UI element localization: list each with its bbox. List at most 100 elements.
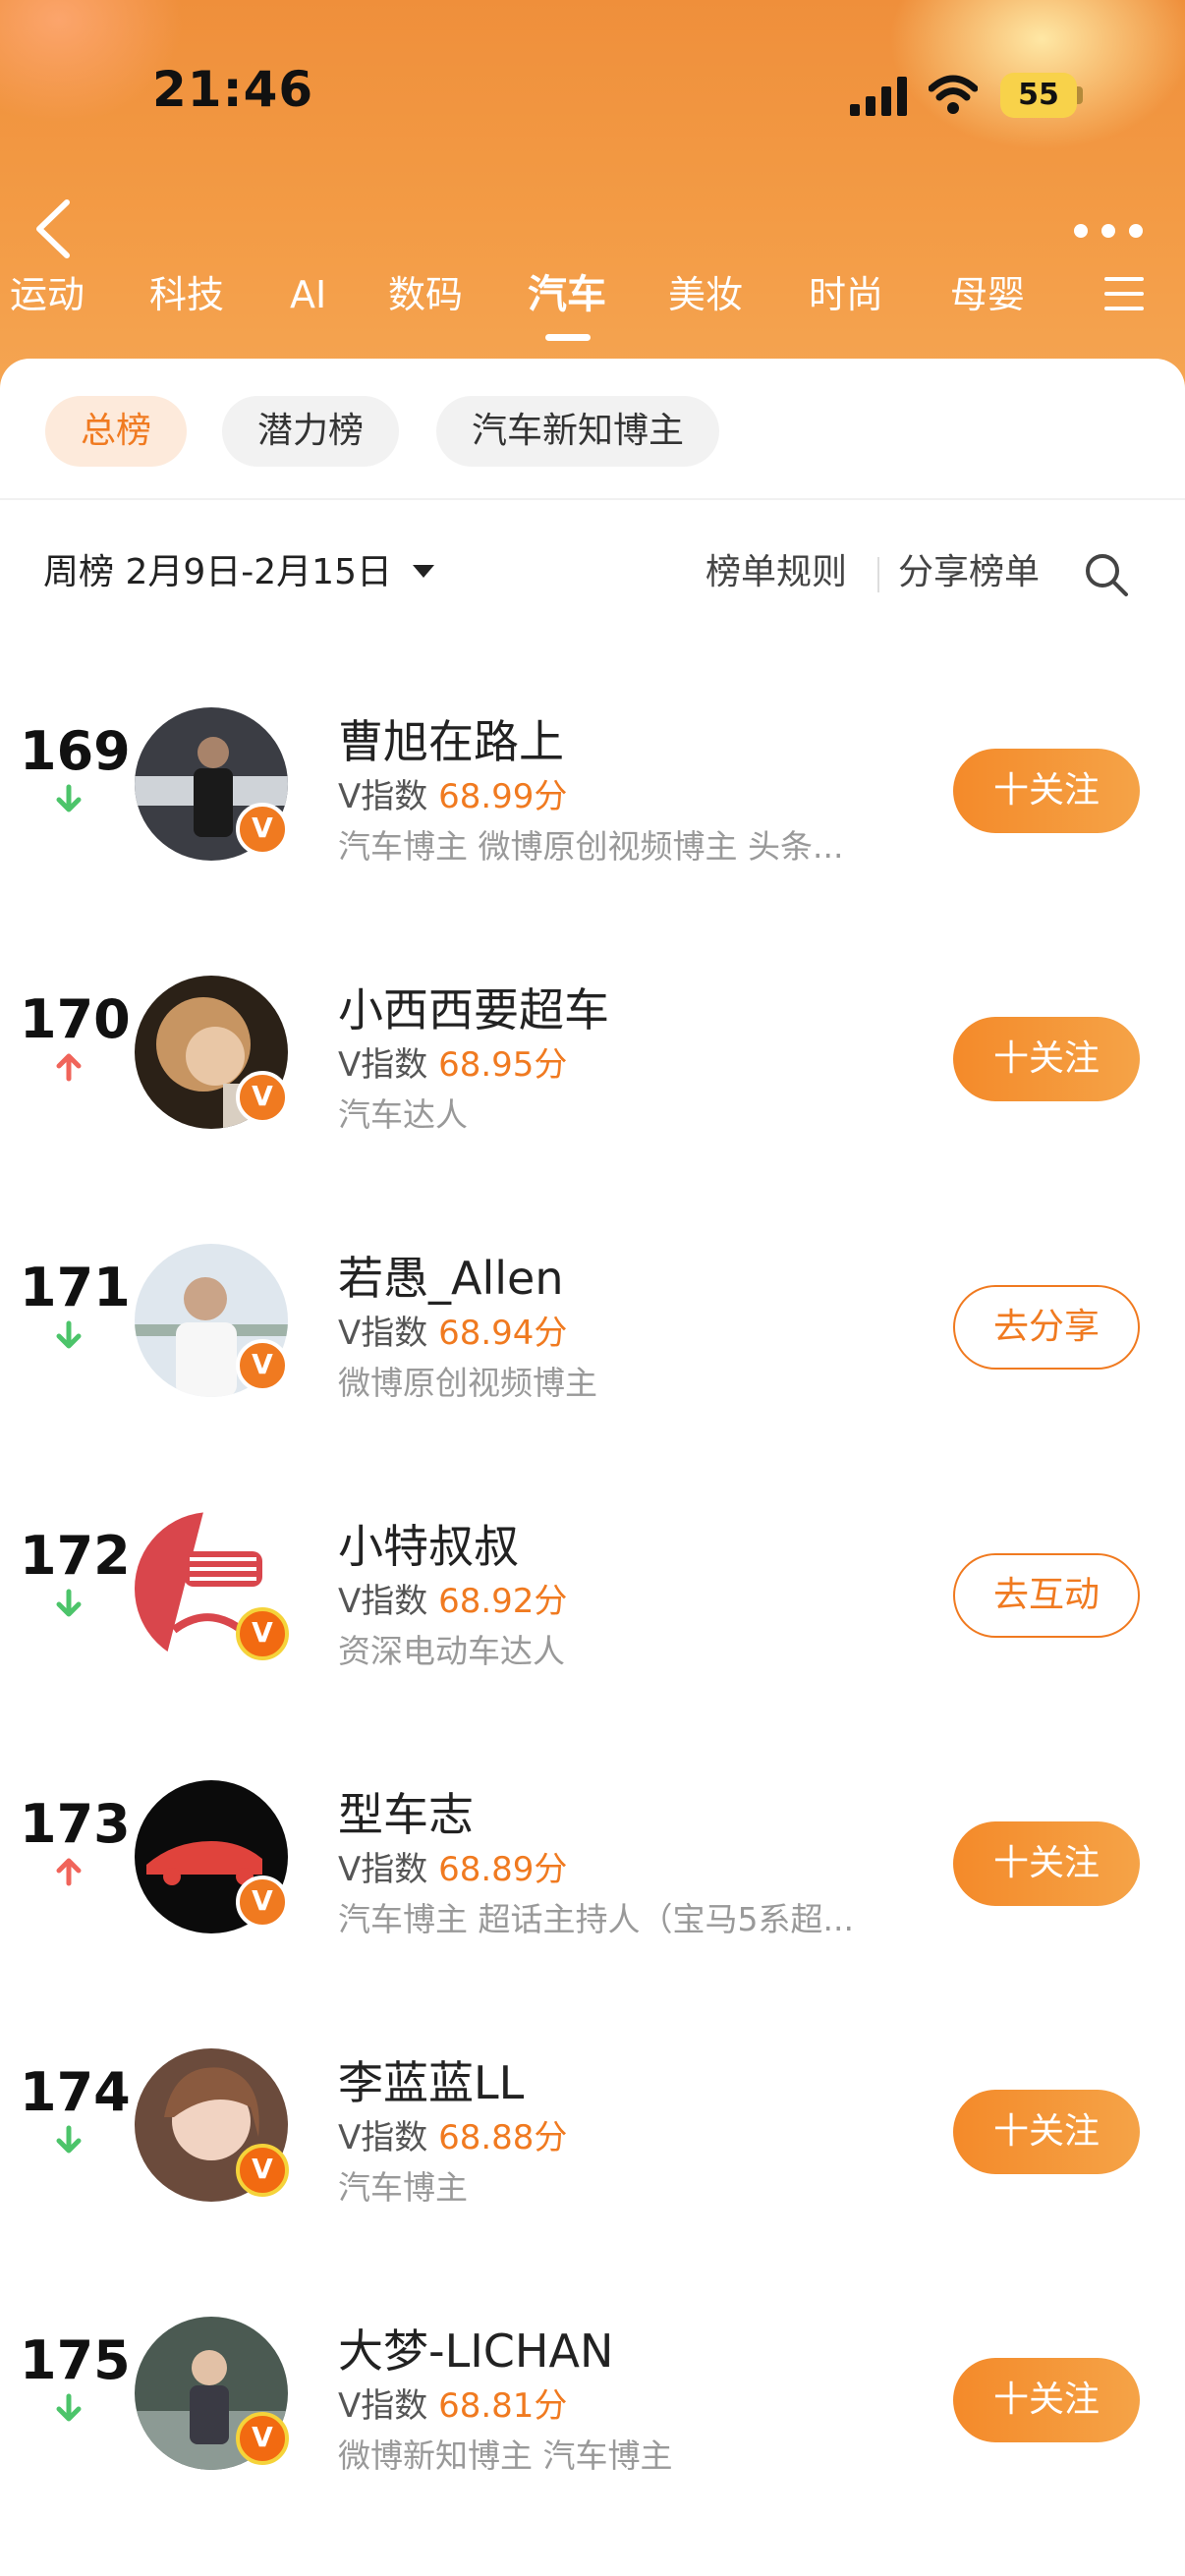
verified-v-icon: V <box>236 1339 289 1392</box>
v-index-score: 68.99分 <box>438 777 568 816</box>
trend-up-icon <box>56 1858 82 1886</box>
v-index: V指数 68.81分 <box>338 2379 567 2427</box>
list-item[interactable]: 170 V 小西西要超车 V指数 68.95分 汽车达人 十关注 <box>0 941 1185 1134</box>
tab-sports[interactable]: 运动 <box>10 263 85 326</box>
trend-down-icon <box>56 784 82 812</box>
verified-v-icon: V <box>236 2412 289 2465</box>
v-index: V指数 68.99分 <box>338 769 567 817</box>
caret-down-icon <box>413 564 435 578</box>
v-index-label: V指数 <box>338 1314 428 1353</box>
period-selector[interactable]: 周榜 2月9日-2月15日 <box>43 543 435 602</box>
tab-fashion[interactable]: 时尚 <box>809 263 883 326</box>
v-index-score: 68.89分 <box>438 1850 568 1889</box>
v-index-score: 68.95分 <box>438 1045 568 1085</box>
list-item[interactable]: 174 V 李蓝蓝LL V指数 68.88分 汽车博主 十关注 <box>0 2014 1185 2207</box>
follow-button[interactable]: 十关注 <box>953 1017 1140 1101</box>
blogger-name[interactable]: 大梦-LICHAN <box>338 2316 613 2380</box>
rank-number: 169 <box>20 720 131 782</box>
rank-number: 172 <box>20 1525 131 1587</box>
menu-icon[interactable] <box>1104 277 1144 312</box>
v-index: V指数 68.95分 <box>338 1037 567 1086</box>
v-index-label: V指数 <box>338 1850 428 1889</box>
page-header: 21:46 55 运动 科技 AI 数码 汽车 美妆 时尚 母婴 <box>0 0 1185 393</box>
blogger-description: 汽车博主 超话主持人（宝马5系超... <box>338 1900 854 1938</box>
v-index-label: V指数 <box>338 1582 428 1621</box>
wifi-icon <box>929 75 978 114</box>
v-index-score: 68.94分 <box>438 1314 568 1353</box>
trend-down-icon <box>56 2125 82 2154</box>
chip-auto-new-blogger[interactable]: 汽车新知博主 <box>436 396 720 467</box>
follow-button[interactable]: 十关注 <box>953 2090 1140 2174</box>
ranking-panel: 总榜 潜力榜 汽车新知博主 周榜 2月9日-2月15日 榜单规则 分享榜单 16… <box>0 359 1185 2576</box>
status-time: 21:46 <box>152 61 314 118</box>
active-tab-indicator <box>545 334 591 341</box>
follow-button[interactable]: 十关注 <box>953 1821 1140 1906</box>
rank-number: 175 <box>20 2329 131 2391</box>
rules-link[interactable]: 榜单规则 <box>705 543 847 602</box>
v-index-score: 68.81分 <box>438 2386 568 2426</box>
period-label: 周榜 <box>43 552 115 592</box>
divider <box>0 498 1185 500</box>
more-options-icon[interactable] <box>1071 216 1146 246</box>
filter-row: 周榜 2月9日-2月15日 榜单规则 分享榜单 <box>0 543 1185 602</box>
blogger-name[interactable]: 小特叔叔 <box>338 1511 519 1576</box>
blogger-name[interactable]: 曹旭在路上 <box>338 706 564 771</box>
verified-v-icon: V <box>236 1071 289 1124</box>
tab-ai[interactable]: AI <box>290 263 326 326</box>
blogger-description: 汽车达人 <box>338 1095 468 1134</box>
trend-down-icon <box>56 2393 82 2422</box>
rank-number: 171 <box>20 1257 131 1318</box>
tab-auto[interactable]: 汽车 <box>528 263 606 326</box>
v-index-score: 68.92分 <box>438 1582 568 1621</box>
v-index: V指数 68.94分 <box>338 1306 567 1354</box>
separator <box>877 557 879 592</box>
blogger-description: 汽车博主 <box>338 2168 468 2207</box>
list-item[interactable]: 172 V 小特叔叔 V指数 68.92分 资深电动车达人 去互动 <box>0 1478 1185 1670</box>
chip-potential[interactable]: 潜力榜 <box>222 396 400 467</box>
blogger-description: 资深电动车达人 <box>338 1632 565 1670</box>
v-index: V指数 68.88分 <box>338 2110 567 2158</box>
tab-maternity[interactable]: 母婴 <box>950 263 1025 326</box>
category-tabs: 运动 科技 AI 数码 汽车 美妆 时尚 母婴 <box>0 263 1185 332</box>
list-item[interactable]: 173 V 型车志 V指数 68.89分 汽车博主 超话主持人（宝马5系超...… <box>0 1746 1185 1938</box>
v-index: V指数 68.89分 <box>338 1842 567 1890</box>
v-index-label: V指数 <box>338 1045 428 1085</box>
share-button[interactable]: 去分享 <box>953 1285 1140 1370</box>
list-item[interactable]: 171 V 若愚_Allen V指数 68.94分 微博原创视频博主 去分享 <box>0 1209 1185 1402</box>
blogger-name[interactable]: 李蓝蓝LL <box>338 2047 524 2112</box>
blogger-description: 微博新知博主 汽车博主 <box>338 2436 673 2475</box>
trend-up-icon <box>56 1053 82 1082</box>
cellular-signal-icon <box>850 77 907 116</box>
follow-button[interactable]: 十关注 <box>953 2358 1140 2442</box>
v-index-label: V指数 <box>338 777 428 816</box>
share-list-link[interactable]: 分享榜单 <box>898 543 1040 602</box>
rank-number: 170 <box>20 988 131 1050</box>
tab-digital[interactable]: 数码 <box>388 263 463 326</box>
blogger-name[interactable]: 小西西要超车 <box>338 975 609 1039</box>
blogger-description: 微博原创视频博主 <box>338 1364 597 1402</box>
rank-number: 174 <box>20 2061 131 2123</box>
list-item[interactable]: 169 V 曹旭在路上 V指数 68.99分 汽车博主 微博原创视频博主 头条.… <box>0 673 1185 866</box>
list-item[interactable]: 175 V 大梦-LICHAN V指数 68.81分 微博新知博主 汽车博主 十… <box>0 2282 1185 2475</box>
rank-number: 173 <box>20 1793 131 1855</box>
blogger-name[interactable]: 若愚_Allen <box>338 1243 563 1308</box>
tab-beauty[interactable]: 美妆 <box>668 263 743 326</box>
v-index-label: V指数 <box>338 2386 428 2426</box>
verified-v-icon: V <box>236 803 289 856</box>
blogger-description: 汽车博主 微博原创视频博主 头条... <box>338 827 844 866</box>
blogger-name[interactable]: 型车志 <box>338 1779 474 1844</box>
chip-overall[interactable]: 总榜 <box>45 396 188 467</box>
verified-v-icon: V <box>236 1876 289 1929</box>
trend-down-icon <box>56 1320 82 1349</box>
interact-button[interactable]: 去互动 <box>953 1553 1140 1638</box>
battery-indicator: 55 <box>1000 73 1077 118</box>
v-index: V指数 68.92分 <box>338 1574 567 1622</box>
battery-level: 55 <box>1018 78 1059 112</box>
tab-tech[interactable]: 科技 <box>149 263 224 326</box>
search-icon[interactable] <box>1083 551 1130 598</box>
back-icon[interactable] <box>29 196 79 261</box>
verified-v-icon: V <box>236 1607 289 1660</box>
trend-down-icon <box>56 1589 82 1617</box>
follow-button[interactable]: 十关注 <box>953 749 1140 833</box>
verified-v-icon: V <box>236 2144 289 2197</box>
